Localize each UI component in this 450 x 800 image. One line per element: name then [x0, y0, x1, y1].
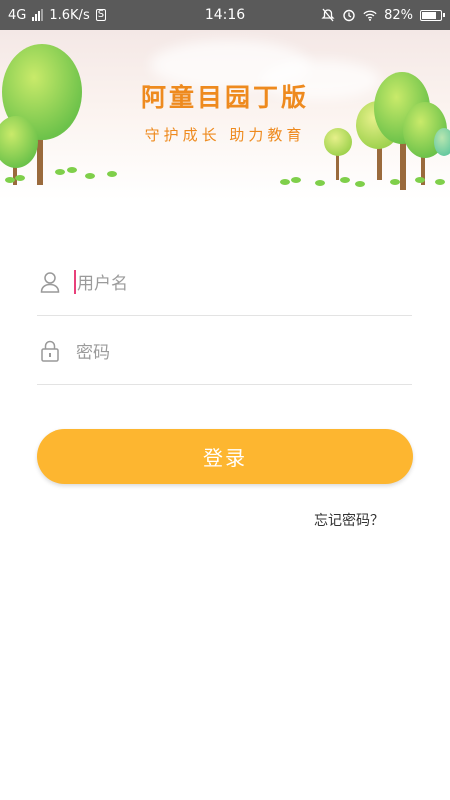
app-slogan: 守护成长 助力教育 — [144, 126, 306, 144]
wifi-icon — [363, 8, 377, 22]
signal-icon — [32, 9, 44, 21]
user-icon — [38, 270, 62, 294]
forgot-password-link[interactable]: 忘记密码？ — [314, 510, 384, 530]
username-input[interactable]: 用户名 — [77, 269, 128, 294]
network-speed: 1.6K/s — [49, 7, 90, 23]
text-cursor — [74, 269, 76, 294]
speed-badge-icon: S — [95, 9, 107, 21]
alarm-icon — [342, 8, 356, 22]
password-field[interactable]: 密码 — [37, 317, 412, 385]
username-field[interactable]: 用户名 — [37, 248, 412, 316]
status-bar: 4G 1.6K/s S 14:16 82% — [0, 0, 450, 30]
mute-icon — [321, 8, 335, 22]
login-button[interactable]: 登录 — [37, 429, 413, 484]
battery-icon — [420, 9, 445, 21]
header-banner: 阿童目园丁版 守护成长 助力教育 — [0, 30, 450, 200]
battery-percent: 82% — [384, 7, 413, 23]
password-input[interactable]: 密码 — [76, 338, 110, 363]
lock-icon — [38, 339, 62, 363]
app-title: 阿童目园丁版 — [140, 83, 309, 112]
trees-illustration — [0, 44, 450, 190]
network-type: 4G — [8, 7, 27, 23]
